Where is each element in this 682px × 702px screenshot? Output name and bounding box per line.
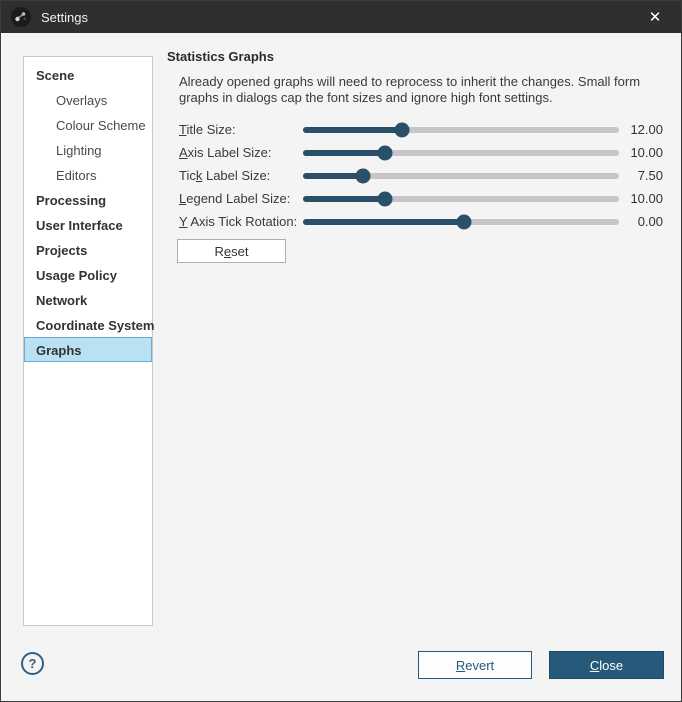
window-title: Settings xyxy=(41,9,88,25)
y-axis-tick-rotation-slider[interactable] xyxy=(303,214,619,229)
tick-label-size-slider[interactable] xyxy=(303,168,619,183)
app-logo-icon xyxy=(11,7,31,27)
revert-button[interactable]: Revert xyxy=(418,651,532,679)
sidebar-item-projects[interactable]: Projects xyxy=(24,237,152,262)
slider-fill xyxy=(303,172,363,179)
sidebar-item-editors[interactable]: Editors xyxy=(24,162,152,187)
slider-thumb[interactable] xyxy=(377,145,393,160)
reset-button[interactable]: Reset xyxy=(177,239,286,263)
y-axis-tick-rotation-row: Y Axis Tick Rotation: 0.00 xyxy=(179,210,663,233)
axis-label-size-row: Axis Label Size: 10.00 xyxy=(179,141,663,164)
sidebar-item-graphs[interactable]: Graphs xyxy=(24,337,152,362)
sidebar-item-lighting[interactable]: Lighting xyxy=(24,137,152,162)
sidebar-item-overlays[interactable]: Overlays xyxy=(24,87,152,112)
settings-dialog: Settings ✕ Scene Overlays Colour Scheme … xyxy=(0,0,682,702)
slider-fill xyxy=(303,149,385,156)
window-close-icon[interactable]: ✕ xyxy=(637,1,673,33)
slider-thumb[interactable] xyxy=(394,122,410,137)
tick-label-size-row: Tick Label Size: 7.50 xyxy=(179,164,663,187)
panel-description: Already opened graphs will need to repro… xyxy=(179,74,641,105)
legend-label-size-slider[interactable] xyxy=(303,191,619,206)
sidebar-item-colour-scheme[interactable]: Colour Scheme xyxy=(24,112,152,137)
title-size-label: Title Size: xyxy=(179,122,236,137)
title-size-row: Title Size: 12.00 xyxy=(179,118,663,141)
tick-label-size-label: Tick Label Size: xyxy=(179,168,271,183)
legend-label-size-label: Legend Label Size: xyxy=(179,191,291,206)
slider-fill xyxy=(303,218,464,225)
axis-label-size-value: 10.00 xyxy=(630,145,663,160)
statistics-graphs-panel: Statistics Graphs Already opened graphs … xyxy=(167,49,663,263)
axis-label-size-slider[interactable] xyxy=(303,145,619,160)
axis-label-size-label: Axis Label Size: xyxy=(179,145,272,160)
title-size-value: 12.00 xyxy=(630,122,663,137)
settings-nav-sidebar: Scene Overlays Colour Scheme Lighting Ed… xyxy=(23,56,154,626)
slider-thumb[interactable] xyxy=(456,214,472,229)
sidebar-item-usage-policy[interactable]: Usage Policy xyxy=(24,262,152,287)
tick-label-size-value: 7.50 xyxy=(637,168,663,183)
sidebar-item-processing[interactable]: Processing xyxy=(24,187,152,212)
title-size-slider[interactable] xyxy=(303,122,619,137)
slider-fill xyxy=(303,195,385,202)
legend-label-size-row: Legend Label Size: 10.00 xyxy=(179,187,663,210)
legend-label-size-value: 10.00 xyxy=(630,191,663,206)
title-bar: Settings ✕ xyxy=(1,1,681,33)
slider-rows: Title Size: 12.00 Axis Label Size: 10.00… xyxy=(179,118,663,233)
slider-thumb[interactable] xyxy=(355,168,371,183)
sidebar-item-scene[interactable]: Scene xyxy=(24,62,152,87)
panel-heading: Statistics Graphs xyxy=(167,49,274,64)
close-button[interactable]: Close xyxy=(549,651,664,679)
slider-fill xyxy=(303,126,403,133)
y-axis-tick-rotation-label: Y Axis Tick Rotation: xyxy=(179,214,298,229)
sidebar-item-network[interactable]: Network xyxy=(24,287,152,312)
slider-thumb[interactable] xyxy=(377,191,393,206)
y-axis-tick-rotation-value: 0.00 xyxy=(637,214,663,229)
sidebar-item-coordinate-system[interactable]: Coordinate System xyxy=(24,312,154,337)
sidebar-item-user-interface[interactable]: User Interface xyxy=(24,212,152,237)
help-icon[interactable]: ? xyxy=(21,652,44,675)
